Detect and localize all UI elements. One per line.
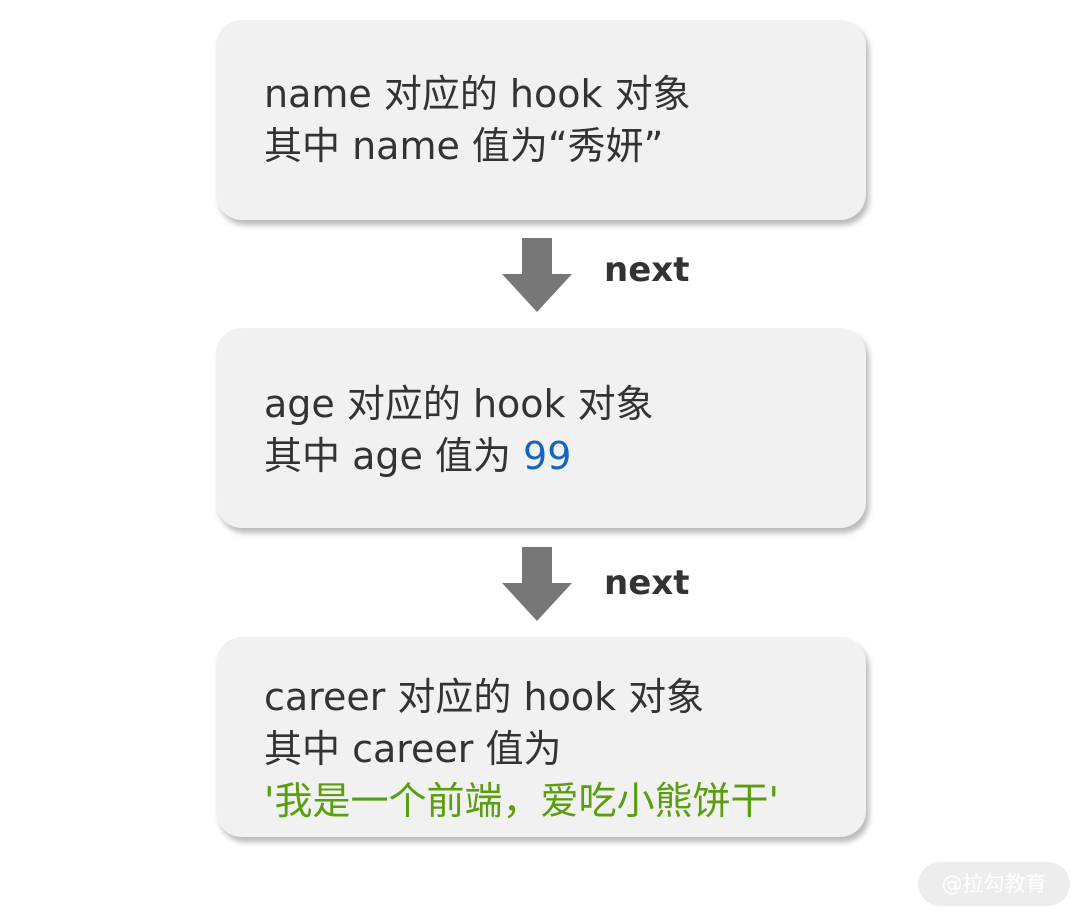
hook-node-value-line: 其中 career 值为	[264, 727, 562, 771]
watermark-logo: @拉勾教育	[918, 862, 1070, 906]
hook-node-value: 99	[523, 434, 572, 478]
hook-node-title: name 对应的 hook 对象	[264, 72, 691, 116]
hook-node-age: age 对应的 hook 对象 其中 age 值为 99	[216, 328, 866, 528]
hook-node-value-prefix: 其中 age 值为	[264, 434, 524, 478]
hook-node-title: career 对应的 hook 对象	[264, 675, 705, 719]
hook-node-value-line: 其中 name 值为“秀妍”	[264, 120, 866, 172]
hook-node-name: name 对应的 hook 对象 其中 name 值为“秀妍”	[216, 20, 866, 220]
edge-label-next: next	[604, 250, 690, 290]
hook-node-value: “秀妍”	[547, 124, 664, 168]
down-arrow-icon	[502, 238, 572, 312]
hook-node-value-prefix: 其中 name 值为	[264, 124, 548, 168]
hook-node-career: career 对应的 hook 对象 其中 career 值为 '我是一个前端，…	[216, 637, 866, 837]
edge-label-next: next	[604, 563, 690, 603]
down-arrow-icon	[502, 547, 572, 621]
hook-node-value-line: 其中 age 值为 99	[264, 430, 866, 482]
hook-node-title: age 对应的 hook 对象	[264, 382, 654, 426]
hook-node-value: '我是一个前端，爱吃小熊饼干'	[264, 779, 779, 823]
